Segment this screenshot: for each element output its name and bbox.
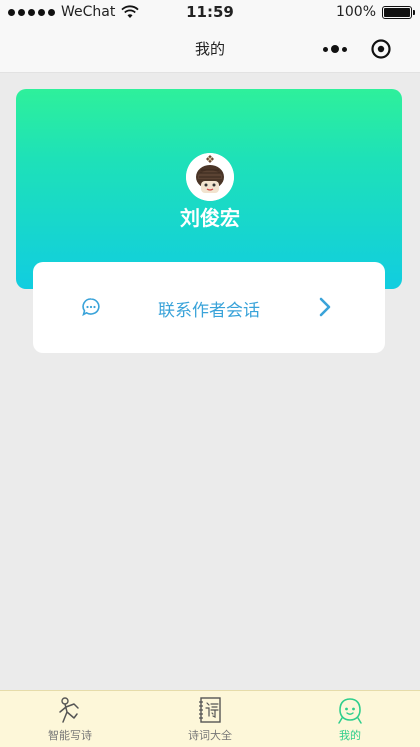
tab-label: 智能写诗 [48, 729, 92, 742]
running-figure-icon [59, 697, 79, 723]
status-right: 100% [335, 4, 415, 20]
tab-label: 诗词大全 [188, 729, 232, 742]
tab-mine[interactable]: 我的 [280, 691, 420, 747]
tab-smart-poetry[interactable]: 智能写诗 [0, 691, 140, 747]
close-miniprogram-icon[interactable] [370, 38, 392, 60]
nav-bar: 我的 [0, 26, 420, 73]
avatar[interactable] [186, 153, 234, 201]
more-options-icon[interactable] [318, 40, 352, 58]
contact-author-label: 联系作者会话 [158, 301, 260, 321]
contact-author-button[interactable]: 联系作者会话 [33, 262, 385, 353]
avatar-image [186, 153, 234, 201]
username: 刘俊宏 [180, 206, 240, 230]
page-title: 我的 [194, 40, 225, 58]
tab-bar: 智能写诗 诗词大全 我的 [0, 690, 420, 747]
profile-face-icon [338, 698, 362, 724]
tab-label: 我的 [339, 729, 361, 742]
chevron-right-icon [319, 297, 331, 317]
battery-percent: 100% [335, 4, 376, 20]
status-bar: WeChat 11:59 100% [0, 0, 420, 26]
battery-icon [382, 5, 415, 19]
poem-book-icon [199, 697, 221, 723]
tab-poem-collection[interactable]: 诗词大全 [140, 691, 280, 747]
